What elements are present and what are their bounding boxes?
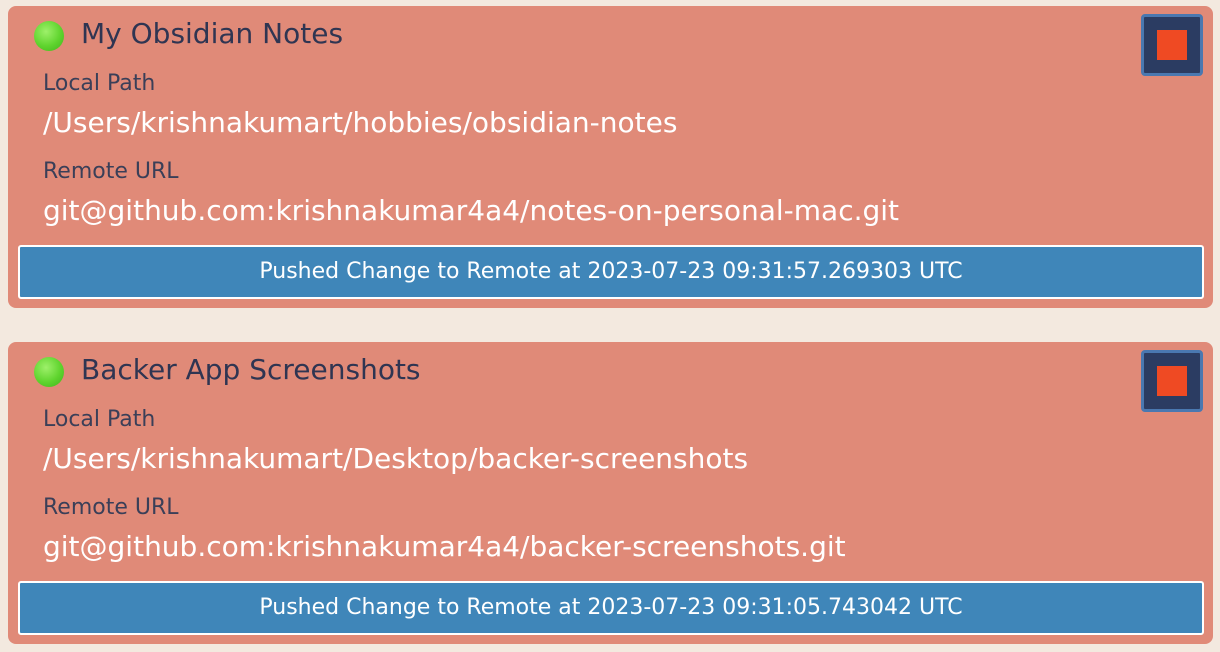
stop-button[interactable] [1141, 350, 1203, 412]
status-dot-icon [34, 21, 64, 51]
remote-url-label: Remote URL [43, 495, 179, 520]
remote-url-value: git@github.com:krishnakumar4a4/backer-sc… [43, 530, 846, 563]
local-path-value: /Users/krishnakumart/hobbies/obsidian-no… [43, 106, 678, 139]
stop-button[interactable] [1141, 14, 1203, 76]
repo-card: My Obsidian Notes Local Path /Users/kris… [8, 6, 1213, 308]
repo-title: My Obsidian Notes [81, 17, 344, 50]
local-path-label: Local Path [43, 71, 156, 96]
stop-icon [1157, 366, 1187, 396]
sync-status-bar: Pushed Change to Remote at 2023-07-23 09… [18, 245, 1204, 299]
repo-card: Backer App Screenshots Local Path /Users… [8, 342, 1213, 644]
local-path-label: Local Path [43, 407, 156, 432]
sync-status-bar: Pushed Change to Remote at 2023-07-23 09… [18, 581, 1204, 635]
remote-url-value: git@github.com:krishnakumar4a4/notes-on-… [43, 194, 900, 227]
repo-title: Backer App Screenshots [81, 353, 421, 386]
local-path-value: /Users/krishnakumart/Desktop/backer-scre… [43, 442, 749, 475]
remote-url-label: Remote URL [43, 159, 179, 184]
status-dot-icon [34, 357, 64, 387]
stop-icon [1157, 30, 1187, 60]
